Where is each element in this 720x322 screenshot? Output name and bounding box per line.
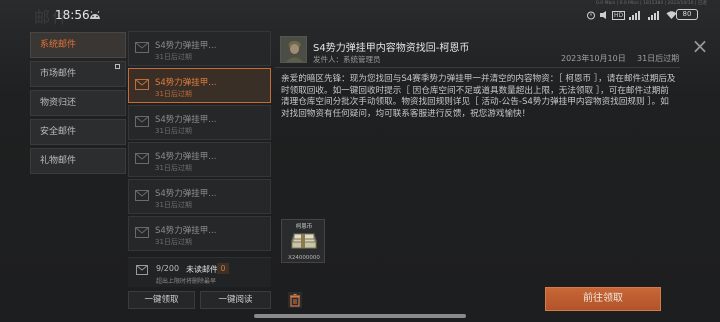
list-item[interactable]: S4势力弹挂甲... 31日后过期 [128, 142, 271, 177]
mail-detail: S4势力弹挂甲内容物资找回-柯恩币 发件人：系统管理员 2023年10月10日 … [275, 31, 680, 287]
attachment-count: X24000000 [288, 255, 320, 261]
claim-all-button[interactable]: 一键领取 [128, 291, 195, 309]
signal-5g-icon [648, 11, 660, 20]
hd-icon: HD [612, 10, 626, 20]
mail-subject: S4势力弹挂甲... [155, 189, 217, 199]
mail-sender: 发件人：系统管理员 [313, 55, 381, 64]
mail-subject: S4势力弹挂甲... [155, 226, 217, 236]
mail-expiry: 31日后过期 [155, 127, 192, 135]
envelope-icon [135, 116, 149, 127]
tab-label: 系统邮件 [40, 40, 77, 50]
tab-system-mail[interactable]: 系统邮件 [30, 32, 126, 58]
mail-count-panel: 9/200 未读邮件 0 超出上限时将删除最早 [128, 257, 271, 287]
android-icon [90, 10, 100, 19]
list-item[interactable]: S4势力弹挂甲... 31日后过期 [128, 105, 271, 140]
mail-subject: S4势力弹挂甲... [155, 78, 217, 88]
mail-subject: S4势力弹挂甲... [155, 115, 217, 125]
mail-expiry: 31日后过期 [155, 53, 192, 61]
mail-subject: S4势力弹挂甲... [155, 41, 217, 51]
tab-label: 安全邮件 [40, 127, 77, 137]
mail-expiry: 31日后过期 [155, 238, 192, 246]
list-item[interactable]: S4势力弹挂甲... 31日后过期 [128, 31, 271, 66]
divider [275, 67, 680, 68]
mail-expiry: 31日后过期 [155, 164, 192, 172]
home-indicator[interactable] [254, 314, 466, 318]
tab-label: 物资归还 [40, 98, 77, 108]
list-item[interactable]: S4势力弹挂甲... 31日后过期 [128, 68, 271, 103]
mail-subject: S4势力弹挂甲... [155, 152, 217, 162]
mail-title: S4势力弹挂甲内容物资找回-柯恩币 [313, 43, 470, 54]
signal-4g-icon [629, 11, 641, 20]
envelope-icon [135, 42, 149, 53]
mail-list[interactable]: S4势力弹挂甲... 31日后过期 S4势力弹挂甲... 31日后过期 S4势力… [128, 31, 271, 255]
mute-icon [600, 11, 606, 19]
tab-market-mail[interactable]: 市场邮件 [30, 61, 126, 87]
mail-expiry: 31日后过期 [155, 90, 192, 98]
close-icon[interactable]: × [689, 36, 711, 58]
clock: 18:56 [55, 8, 90, 22]
new-badge-icon [115, 64, 120, 69]
soldier-avatar-icon [281, 37, 306, 62]
attachment-name: 柯恩币 [295, 224, 313, 230]
envelope-icon [135, 190, 149, 201]
network-speed-text: 0.0 Mb/s | 0.0 Mb/s | 1815384 | 2023/10/… [596, 1, 707, 6]
mailbox-icon [136, 265, 148, 275]
read-all-button[interactable]: 一键阅读 [200, 291, 271, 309]
app-root: 邮件 18:56 0.0 Mb/s | 0.0 Mb/s | 1815384 |… [0, 0, 720, 322]
mail-expiry: 31日后过期 [155, 201, 192, 209]
unread-count-badge: 0 [217, 263, 229, 274]
cash-stack-icon [291, 233, 317, 249]
attachment-item[interactable]: 柯恩币 X24000000 [281, 219, 325, 263]
battery-indicator: 80 [676, 9, 698, 20]
unread-label: 未读邮件 [186, 265, 218, 274]
tab-gift-mail[interactable]: 礼物邮件 [30, 148, 126, 174]
envelope-icon [135, 79, 149, 90]
tab-security-mail[interactable]: 安全邮件 [30, 119, 126, 145]
mail-body: 亲爱的暗区先锋：现为您找回与S4赛季势力弹挂甲一并清空的内容物资：［ 柯恩币 ］… [281, 74, 676, 119]
tab-item-return[interactable]: 物资归还 [30, 90, 126, 116]
mail-limit-note: 超出上限时将删除最早 [156, 278, 217, 285]
list-item[interactable]: S4势力弹挂甲... 31日后过期 [128, 179, 271, 214]
system-status-icons: HD [586, 9, 677, 21]
trash-icon[interactable] [288, 292, 302, 308]
envelope-icon [135, 153, 149, 164]
list-item[interactable]: S4势力弹挂甲... 31日后过期 [128, 216, 271, 251]
sender-avatar [280, 36, 307, 63]
tab-label: 礼物邮件 [40, 156, 77, 166]
tab-label: 市场邮件 [40, 69, 77, 79]
mail-category-tabs: 系统邮件 市场邮件 物资归还 安全邮件 礼物邮件 [30, 32, 126, 177]
status-bar: 邮件 18:56 0.0 Mb/s | 0.0 Mb/s | 1815384 |… [0, 0, 720, 30]
mail-expiry-detail: 31日后过期 [637, 54, 680, 63]
mail-count: 9/200 [156, 264, 180, 273]
alarm-icon [587, 11, 595, 20]
envelope-icon [135, 227, 149, 238]
claim-button[interactable]: 前往领取 [545, 287, 661, 311]
mail-date: 2023年10月10日 [561, 54, 626, 63]
